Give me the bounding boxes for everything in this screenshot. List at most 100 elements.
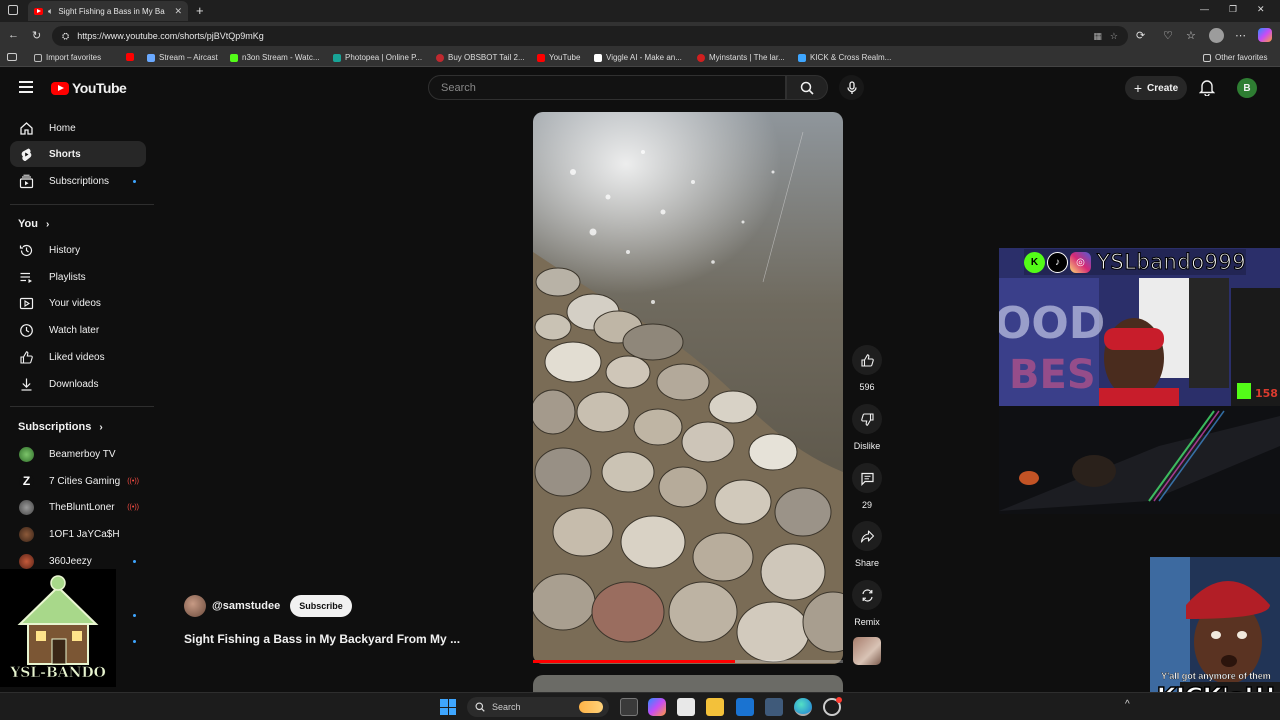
copilot-icon[interactable] [1258,28,1272,42]
extensions-icon[interactable]: ⟳ [1136,29,1145,42]
chevron-up-icon[interactable]: ^ [1125,699,1130,710]
aircast-icon [147,53,155,62]
browser-essentials-icon[interactable]: ♡ [1163,29,1173,42]
menu-icon[interactable] [19,81,33,93]
sidebar-item-subscriptions[interactable]: Subscriptions [10,168,146,194]
subscription-item[interactable]: Beamerboy TV [10,441,146,467]
bookmark-import-favorites[interactable]: Import favorites [34,53,101,62]
short-channel-row: @samstudee Subscribe [184,595,352,617]
sidebar-item-liked-videos[interactable]: Liked videos [10,344,146,370]
youtube-logo[interactable]: YouTube [51,80,127,96]
back-icon[interactable]: ← [8,29,19,41]
bookmark-n3on[interactable]: n3on Stream - Watc... [230,53,320,62]
speaker-icon[interactable]: 🔈︎ [48,6,53,17]
sound-thumbnail[interactable] [853,637,881,665]
subscription-item[interactable]: Z 7 Cities Gaming ((•)) [10,468,146,494]
dislike-button[interactable]: Dislike [851,404,883,451]
more-menu-icon[interactable]: ⋯ [1235,29,1246,42]
outlook-icon[interactable] [736,698,754,716]
site-info-icon[interactable]: ⛭ [62,31,69,42]
like-button[interactable]: 596 [851,345,883,392]
svg-text:OOD: OOD [999,298,1105,349]
favorite-star-icon[interactable]: ☆ [1110,31,1118,42]
restore-icon[interactable]: ❐ [1229,4,1237,15]
tab-title: Sight Fishing a Bass in My Ba [58,6,165,16]
subscription-item[interactable]: 1OF1 JaYCa$H [10,521,146,547]
comments-button[interactable]: 29 [851,463,883,510]
app-available-icon[interactable]: ▦ [1093,31,1102,42]
youtube-bookmark-icon [537,53,545,62]
bookmark-youtube-icon-only[interactable] [126,53,134,61]
voice-search-button[interactable] [839,75,864,100]
task-view-icon[interactable] [620,698,638,716]
share-button[interactable]: Share [851,521,883,568]
subscribe-button[interactable]: Subscribe [290,595,352,617]
url-field[interactable]: ⛭ https://www.youtube.com/shorts/pjBVtQp… [52,26,1128,46]
bookmark-viggle[interactable]: Viggle AI - Make an... [594,53,682,62]
sidebar-item-playlists[interactable]: Playlists [10,264,146,290]
tab-groups-icon[interactable] [7,53,17,61]
liked-videos-icon [19,350,34,365]
comment-icon [860,472,874,486]
bookmark-obsbot[interactable]: Buy OBSBOT Tail 2... [436,53,525,62]
bookmark-youtube[interactable]: YouTube [537,53,580,62]
favorites-icon[interactable]: ☆ [1186,29,1196,42]
home-icon [19,121,34,136]
account-avatar[interactable]: B [1237,78,1257,98]
file-explorer-icon[interactable] [706,698,724,716]
notifications-button[interactable] [1198,78,1216,101]
live-indicator-icon: ((•)) [127,503,139,511]
bookmarks-bar: Import favorites Stream – Aircast n3on S… [0,50,1280,67]
taskbar-search[interactable]: Search [467,697,609,717]
refresh-icon[interactable]: ↻ [32,29,41,42]
bookmark-photopea[interactable]: Photopea | Online P... [333,53,422,62]
share-icon [860,529,874,543]
search-input[interactable]: Search [428,75,786,100]
edge-icon[interactable] [794,698,812,716]
chevron-right-icon: › [99,421,103,433]
bookmark-kick-cross[interactable]: KICK & Cross Realm... [798,53,891,62]
browser-tab[interactable]: 🔈︎ Sight Fishing a Bass in My Ba ✕ [28,1,188,21]
sidebar-item-watch-later[interactable]: Watch later [10,317,146,343]
new-content-dot [133,614,136,617]
windows-start-icon[interactable] [440,699,456,715]
viggle-icon [594,53,602,62]
new-content-dot [133,179,136,183]
history-icon [19,243,34,258]
playlists-icon [19,270,34,285]
dislike-label: Dislike [853,441,881,451]
sidebar-you-heading[interactable]: You › [18,218,49,230]
sidebar-item-your-videos[interactable]: Your videos [10,290,146,316]
minimize-icon[interactable]: — [1200,4,1209,14]
sidebar-item-downloads[interactable]: Downloads [10,371,146,397]
sidebar-item-shorts[interactable]: Shorts [10,141,146,167]
copilot-taskbar-icon[interactable] [648,698,666,716]
short-title[interactable]: Sight Fishing a Bass in My Backyard From… [184,632,460,646]
bookmark-myinstants[interactable]: Myinstants | The lar... [697,53,785,62]
search-button[interactable] [786,75,828,100]
new-tab-icon[interactable]: + [196,3,204,18]
app-icon[interactable] [765,698,783,716]
remix-button[interactable]: Remix [851,580,883,627]
video-progress-bar[interactable] [533,660,843,663]
other-favorites[interactable]: Other favorites [1203,53,1267,62]
channel-avatar [19,446,34,462]
profile-avatar[interactable] [1209,28,1224,43]
close-tab-icon[interactable]: ✕ [174,6,182,17]
svg-text:BES: BES [1009,352,1096,398]
shorts-video-player[interactable] [533,112,843,664]
sidebar-subscriptions-heading[interactable]: Subscriptions › [18,421,103,433]
channel-avatar[interactable] [184,595,206,617]
store-icon[interactable] [677,698,695,716]
close-window-icon[interactable]: ✕ [1257,4,1265,15]
tab-actions-icon[interactable] [8,5,18,15]
sidebar-item-history[interactable]: History [10,237,146,263]
like-count: 596 [859,382,875,392]
youtube-bookmark-icon [126,53,134,61]
subscription-item[interactable]: TheBluntLoner ((•)) [10,494,146,520]
create-button[interactable]: + Create [1125,76,1187,100]
channel-handle[interactable]: @samstudee [212,600,280,612]
sidebar-item-home[interactable]: Home [10,115,146,141]
channel-avatar [19,499,34,515]
bookmark-aircast[interactable]: Stream – Aircast [147,53,218,62]
